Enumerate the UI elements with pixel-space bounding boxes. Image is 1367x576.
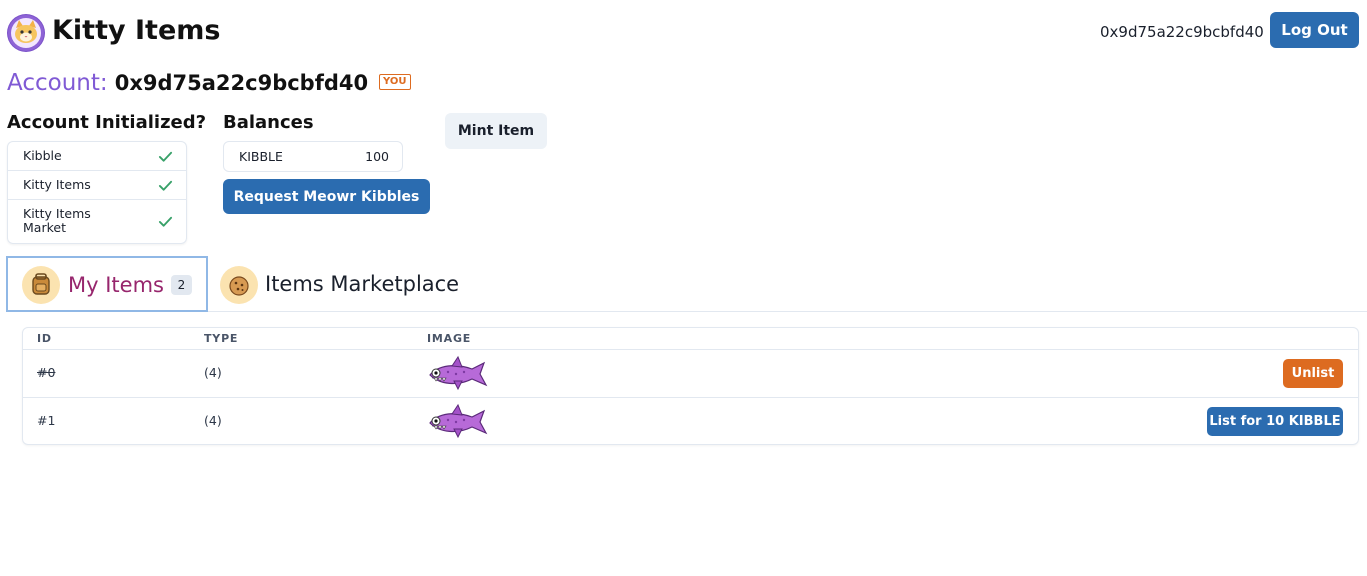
cookie-icon bbox=[220, 266, 258, 304]
item-id: #1 bbox=[37, 413, 56, 428]
backpack-icon bbox=[22, 266, 60, 304]
init-item-kitty-items: Kitty Items bbox=[8, 171, 186, 200]
check-icon bbox=[158, 216, 173, 227]
init-item-label: Kitty Items bbox=[23, 177, 91, 192]
column-header-image: IMAGE bbox=[427, 332, 472, 345]
app-header: Kitty Items 0x9d75a22c9bcbfd40 Log Out bbox=[0, 0, 1367, 64]
table-row: #1 (4) List for 10 KIBBLE bbox=[23, 397, 1358, 445]
app-title: Kitty Items bbox=[52, 15, 221, 46]
kitty-logo-icon[interactable] bbox=[7, 14, 45, 52]
tab-items-marketplace[interactable]: Items Marketplace bbox=[219, 264, 479, 306]
init-item-kibble: Kibble bbox=[8, 142, 186, 171]
check-icon bbox=[158, 180, 173, 191]
column-header-type: TYPE bbox=[204, 332, 239, 345]
account-initialized-heading: Account Initialized? bbox=[7, 112, 207, 133]
mint-item-button[interactable]: Mint Item bbox=[445, 113, 547, 149]
tab-items-marketplace-label: Items Marketplace bbox=[265, 272, 460, 296]
balance-amount: 100 bbox=[365, 149, 389, 164]
shark-image bbox=[429, 403, 488, 439]
account-address: 0x9d75a22c9bcbfd40 bbox=[114, 71, 369, 95]
tab-divider bbox=[7, 311, 1367, 312]
list-for-sale-button[interactable]: List for 10 KIBBLE bbox=[1207, 407, 1343, 436]
account-line: Account: 0x9d75a22c9bcbfd40 bbox=[7, 68, 368, 98]
tab-my-items-label: My Items bbox=[68, 273, 164, 297]
unlist-button[interactable]: Unlist bbox=[1283, 359, 1343, 388]
logout-button[interactable]: Log Out bbox=[1270, 12, 1359, 48]
you-badge: YOU bbox=[379, 74, 411, 90]
item-id: #0 bbox=[37, 365, 56, 380]
shark-image bbox=[429, 355, 488, 391]
account-label: Account: bbox=[7, 70, 108, 96]
my-items-table: ID TYPE IMAGE #0 (4) Unlist #1 (4) List … bbox=[22, 327, 1359, 445]
header-wallet-address: 0x9d75a22c9bcbfd40 bbox=[1100, 23, 1264, 41]
init-item-label: Kitty Items Market bbox=[23, 206, 91, 235]
check-icon bbox=[158, 151, 173, 162]
item-type: (4) bbox=[204, 365, 222, 380]
balance-token: KIBBLE bbox=[239, 149, 283, 164]
balances-heading: Balances bbox=[223, 112, 314, 133]
tab-my-items[interactable]: My Items 2 bbox=[6, 256, 208, 312]
table-row: #0 (4) Unlist bbox=[23, 349, 1358, 397]
item-type: (4) bbox=[204, 413, 222, 428]
initialization-list: Kibble Kitty Items Kitty Items Market bbox=[7, 141, 187, 244]
kibble-balance: KIBBLE 100 bbox=[223, 141, 403, 172]
request-kibbles-button[interactable]: Request Meowr Kibbles bbox=[223, 179, 430, 214]
column-header-id: ID bbox=[37, 332, 52, 345]
my-items-count-badge: 2 bbox=[171, 275, 192, 295]
init-item-kitty-items-market: Kitty Items Market bbox=[8, 200, 186, 243]
init-item-label: Kibble bbox=[23, 148, 62, 163]
